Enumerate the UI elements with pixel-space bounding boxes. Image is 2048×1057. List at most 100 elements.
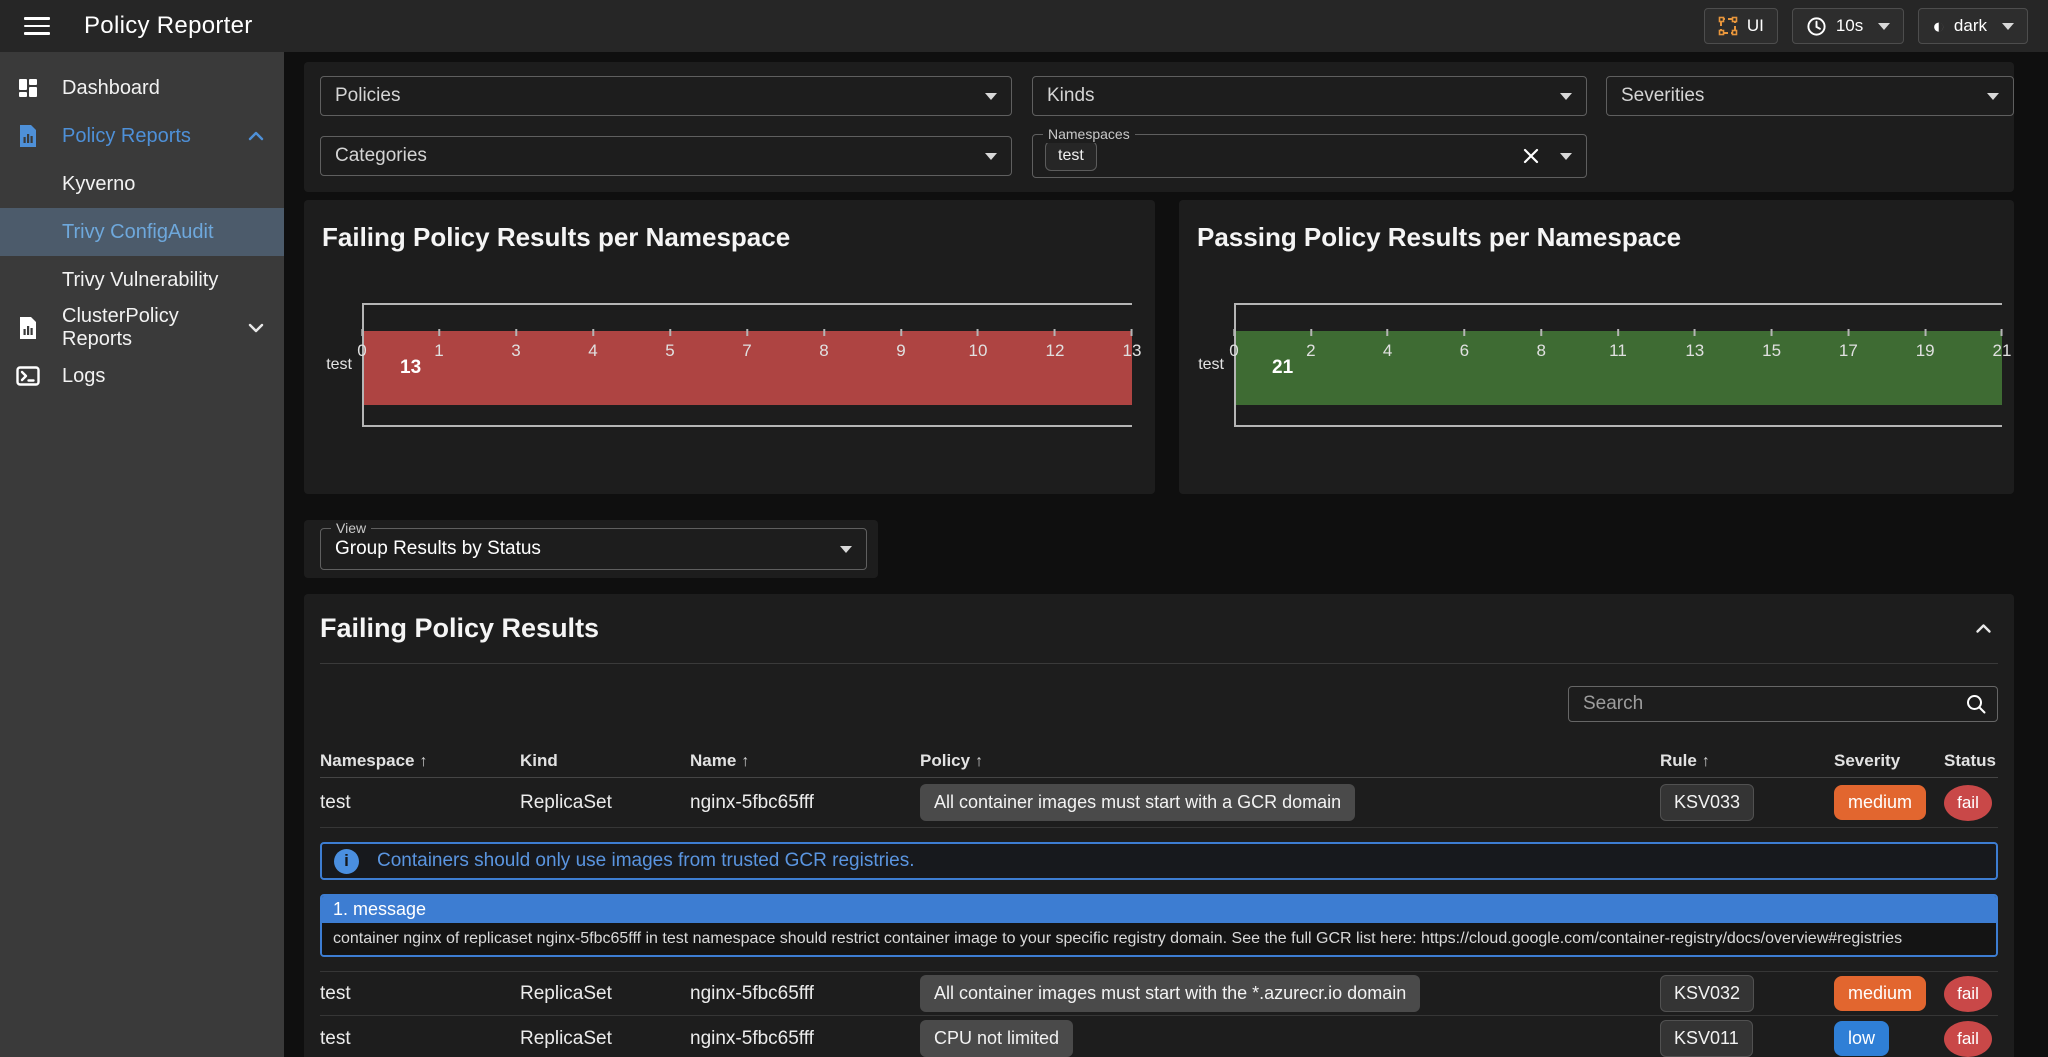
chevron-down-icon <box>248 323 264 333</box>
sidebar-item-label: ClusterPolicy Reports <box>62 305 248 351</box>
cell-policy: All container images must start with a G… <box>920 784 1660 821</box>
policies-select-label: Policies <box>321 85 400 107</box>
chevron-down-icon <box>2002 23 2014 30</box>
sidebar-item-kyverno[interactable]: Kyverno <box>0 160 284 208</box>
sidebar-item-trivy-vulnerability[interactable]: Trivy Vulnerability <box>0 256 284 304</box>
panel-title: Failing Policy Results <box>320 613 599 644</box>
x-tick-label: 21 <box>1993 329 2012 361</box>
sort-asc-icon: ↑ <box>1702 753 1710 770</box>
message-text: container nginx of replicaset nginx-5fbc… <box>322 923 1996 955</box>
severity-badge: low <box>1834 1021 1889 1056</box>
policy-description-alert: i Containers should only use images from… <box>320 842 1998 880</box>
passing-chart-title: Passing Policy Results per Namespace <box>1197 222 1681 253</box>
theme-contrast-icon: ◐ <box>1932 16 1945 37</box>
x-tick-label: 6 <box>1460 329 1469 361</box>
sidebar-item-trivy-configaudit[interactable]: Trivy ConfigAudit <box>0 208 284 256</box>
kinds-select-label: Kinds <box>1033 85 1095 107</box>
message-block: 1. message container nginx of replicaset… <box>320 894 1998 957</box>
x-tick-label: 5 <box>665 329 674 361</box>
file-chart-icon <box>16 124 40 148</box>
x-tick-label: 1 <box>434 329 443 361</box>
failing-chart-card: Failing Policy Results per Namespace tes… <box>304 200 1155 494</box>
cell-severity: medium <box>1834 976 1944 1011</box>
x-tick-label: 9 <box>896 329 905 361</box>
cell-rule: KSV011 <box>1660 1020 1834 1057</box>
sidebar-item-logs[interactable]: Logs <box>0 352 284 400</box>
chevron-down-icon <box>1987 93 1999 100</box>
clear-icon[interactable] <box>1522 147 1540 165</box>
column-header-status[interactable]: Status <box>1944 751 1998 771</box>
view-card: View Group Results by Status <box>304 520 878 578</box>
x-tick-label: 15 <box>1762 329 1781 361</box>
ui-button-label: UI <box>1747 16 1764 36</box>
x-tick-label: 7 <box>742 329 751 361</box>
x-tick-label: 2 <box>1306 329 1315 361</box>
x-tick-label: 12 <box>1046 329 1065 361</box>
namespaces-select-label: Namespaces <box>1043 126 1135 143</box>
namespace-chip: test <box>1045 141 1097 171</box>
ui-button[interactable]: UI <box>1704 8 1778 44</box>
chevron-down-icon <box>840 546 852 553</box>
sort-asc-icon: ↑ <box>741 753 749 770</box>
rule-chip: KSV011 <box>1660 1020 1753 1057</box>
table-row[interactable]: test ReplicaSet nginx-5fbc65fff CPU not … <box>320 1016 1998 1057</box>
sidebar: Dashboard Policy Reports Kyverno Trivy C… <box>0 52 284 1057</box>
rule-chip: KSV033 <box>1660 784 1754 821</box>
categories-select[interactable]: Categories <box>320 136 1012 176</box>
y-axis-label: test <box>1198 356 1224 374</box>
sidebar-item-label: Policy Reports <box>62 125 191 148</box>
sidebar-item-label: Logs <box>62 365 105 388</box>
column-header-policy[interactable]: Policy↑ <box>920 751 1660 771</box>
search-input[interactable] <box>1569 687 1997 721</box>
status-badge: fail <box>1944 785 1992 821</box>
sidebar-item-dashboard[interactable]: Dashboard <box>0 64 284 112</box>
x-tick-label: 19 <box>1916 329 1935 361</box>
ui-artboard-icon <box>1718 16 1738 36</box>
column-header-rule[interactable]: Rule↑ <box>1660 751 1834 771</box>
cell-name: nginx-5fbc65fff <box>690 792 920 814</box>
column-header-kind[interactable]: Kind <box>520 751 690 771</box>
search-box <box>1568 686 1998 722</box>
app-bar-actions: UI 10s ◐ dark <box>1704 8 2028 44</box>
chevron-down-icon <box>1560 93 1572 100</box>
chevron-down-icon <box>985 93 997 100</box>
y-axis-label: test <box>326 356 352 374</box>
cell-policy: CPU not limited <box>920 1020 1660 1057</box>
x-axis-ticks: 01345789101213 <box>362 329 1132 363</box>
policies-select[interactable]: Policies <box>320 76 1012 116</box>
x-tick-label: 17 <box>1839 329 1858 361</box>
x-tick-label: 8 <box>819 329 828 361</box>
sidebar-item-policy-reports[interactable]: Policy Reports <box>0 112 284 160</box>
namespaces-select[interactable]: Namespaces test <box>1032 134 1587 178</box>
column-header-severity[interactable]: Severity <box>1834 751 1944 771</box>
menu-icon[interactable] <box>24 17 50 35</box>
column-header-namespace[interactable]: Namespace↑ <box>320 751 520 771</box>
cell-rule: KSV032 <box>1660 975 1834 1012</box>
theme-select[interactable]: ◐ dark <box>1918 8 2028 44</box>
failing-results-panel: Failing Policy Results Namespace↑ Kind N… <box>304 594 2014 1057</box>
x-tick-label: 0 <box>1229 329 1238 361</box>
dashboard-icon <box>16 76 40 100</box>
status-badge: fail <box>1944 1021 1992 1057</box>
chevron-down-icon <box>1560 153 1572 160</box>
severities-select-label: Severities <box>1607 85 1704 107</box>
cell-status: fail <box>1944 1021 1998 1057</box>
failing-chart-title: Failing Policy Results per Namespace <box>322 222 790 253</box>
table-row[interactable]: test ReplicaSet nginx-5fbc65fff All cont… <box>320 778 1998 828</box>
policy-chip: All container images must start with the… <box>920 975 1420 1012</box>
view-select[interactable]: View Group Results by Status <box>320 528 867 570</box>
kinds-select[interactable]: Kinds <box>1032 76 1587 116</box>
refresh-interval-select[interactable]: 10s <box>1792 8 1904 44</box>
sidebar-item-clusterpolicy-reports[interactable]: ClusterPolicy Reports <box>0 304 284 352</box>
cell-severity: low <box>1834 1021 1944 1056</box>
severities-select[interactable]: Severities <box>1606 76 2014 116</box>
collapse-chevron-up-icon[interactable] <box>1975 623 1992 634</box>
theme-value: dark <box>1954 16 1987 36</box>
cell-name: nginx-5fbc65fff <box>690 983 920 1005</box>
policy-description: Containers should only use images from t… <box>377 850 915 872</box>
info-icon: i <box>334 849 359 874</box>
policy-chip: CPU not limited <box>920 1020 1073 1057</box>
table-row[interactable]: test ReplicaSet nginx-5fbc65fff All cont… <box>320 972 1998 1016</box>
x-axis-ticks: 02468111315171921 <box>1234 329 2002 363</box>
column-header-name[interactable]: Name↑ <box>690 751 920 771</box>
